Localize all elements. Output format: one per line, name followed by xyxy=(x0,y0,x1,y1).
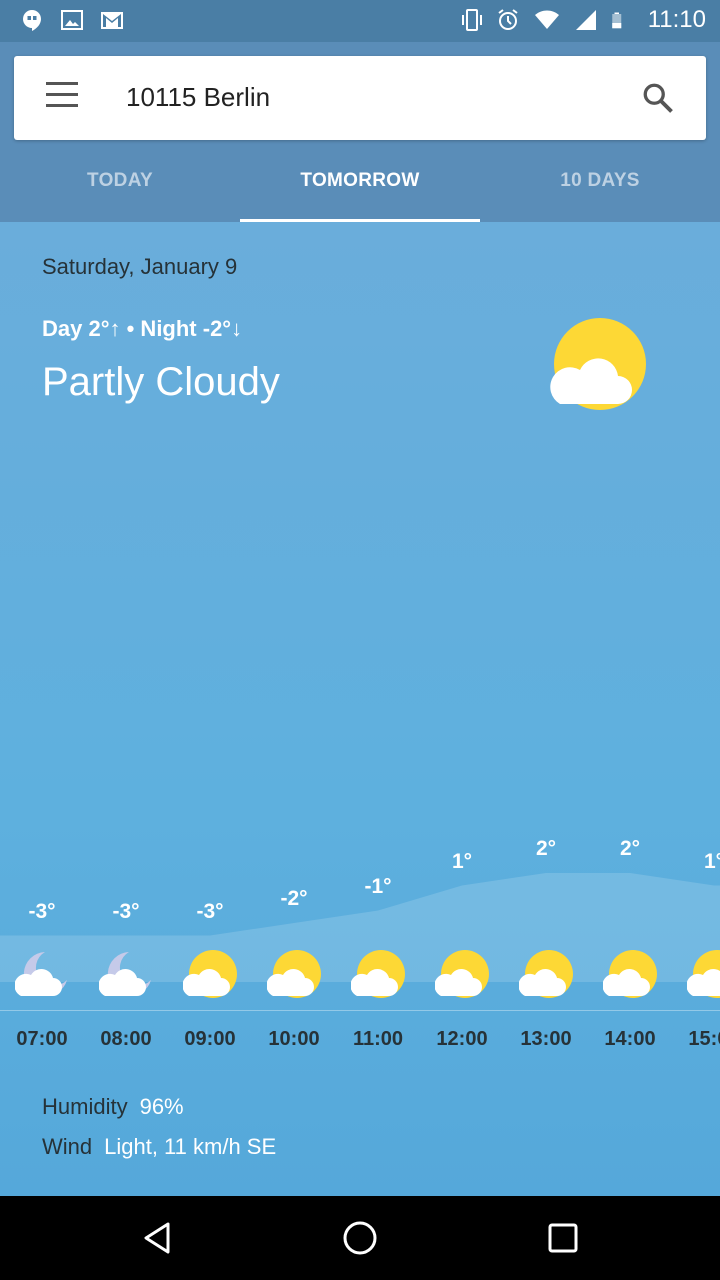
partly-cloudy-icon xyxy=(550,318,646,410)
partly-cloudy-icon xyxy=(519,950,573,998)
gmail-icon xyxy=(101,12,123,29)
divider xyxy=(0,1010,720,1011)
signal-icon xyxy=(575,10,596,30)
humidity-label: Humidity xyxy=(42,1094,128,1119)
hour-temp: 2° xyxy=(535,837,557,860)
partly-cloudy-icon xyxy=(267,950,321,998)
hour-temp: -3° xyxy=(28,899,56,923)
wind-value: Light, 11 km/h SE xyxy=(104,1134,277,1159)
humidity-row: Humidity 96% xyxy=(42,1094,184,1120)
hour-temp: -3° xyxy=(196,899,224,923)
battery-icon xyxy=(611,12,621,29)
night-cloudy-icon xyxy=(15,952,67,996)
image-icon xyxy=(61,10,83,30)
wind-row: Wind Light, 11 km/h SE xyxy=(42,1134,276,1160)
hour-time: 13:00 xyxy=(520,1028,572,1050)
hour-time: 08:00 xyxy=(100,1028,152,1050)
hour-temp: 1° xyxy=(703,849,720,873)
tab-today[interactable]: TODAY xyxy=(0,140,240,222)
day-night-temps: Day 2°↑ • Night -2°↓ xyxy=(42,316,243,341)
menu-icon[interactable] xyxy=(46,82,80,114)
search-bar[interactable]: 10115 Berlin xyxy=(14,56,706,140)
hour-time: 15:00 xyxy=(688,1028,720,1050)
partly-cloudy-icon xyxy=(351,950,405,998)
condition-text: Partly Cloudy xyxy=(42,360,280,404)
hangouts-icon xyxy=(23,10,41,31)
tab-10-days[interactable]: 10 DAYS xyxy=(480,140,720,222)
navigation-bar xyxy=(0,1196,720,1280)
partly-cloudy-icon xyxy=(603,950,657,998)
hour-temp: 2° xyxy=(619,837,641,860)
partly-cloudy-icon xyxy=(435,950,489,998)
hour-time: 07:00 xyxy=(16,1028,68,1050)
night-cloudy-icon xyxy=(99,952,151,996)
partly-cloudy-icon xyxy=(183,950,237,998)
wind-label: Wind xyxy=(42,1134,93,1159)
hour-temp: -1° xyxy=(364,874,392,898)
clock: 11:10 xyxy=(647,6,706,33)
hour-time: 10:00 xyxy=(268,1028,320,1050)
alarm-icon xyxy=(498,9,518,30)
vibrate-icon xyxy=(461,9,482,31)
location-text[interactable]: 10115 Berlin xyxy=(126,82,270,113)
humidity-value: 96% xyxy=(139,1094,184,1119)
app-header: 10115 Berlin TODAY TOMORROW 10 DAYS xyxy=(0,42,720,222)
forecast-panel: Saturday, January 9 Day 2°↑ • Night -2°↓… xyxy=(0,222,720,1196)
hour-time: 12:00 xyxy=(436,1028,488,1050)
forecast-date: Saturday, January 9 xyxy=(42,254,238,279)
wifi-icon xyxy=(534,10,559,29)
home-icon[interactable] xyxy=(340,1218,380,1258)
recents-icon[interactable] xyxy=(543,1218,583,1258)
hour-temp: 1° xyxy=(451,849,473,873)
partly-cloudy-icon xyxy=(687,950,720,998)
status-bar: 11:10 xyxy=(0,0,720,42)
hour-time: 09:00 xyxy=(184,1028,236,1050)
search-icon[interactable] xyxy=(640,80,676,116)
hour-temp: -3° xyxy=(112,899,140,923)
tab-tomorrow[interactable]: TOMORROW xyxy=(240,140,480,222)
back-icon[interactable] xyxy=(138,1218,178,1258)
hour-time: 11:00 xyxy=(352,1028,404,1050)
hour-temp: -2° xyxy=(280,887,308,910)
hour-time: 14:00 xyxy=(604,1028,656,1050)
tab-bar: TODAY TOMORROW 10 DAYS xyxy=(0,140,720,222)
